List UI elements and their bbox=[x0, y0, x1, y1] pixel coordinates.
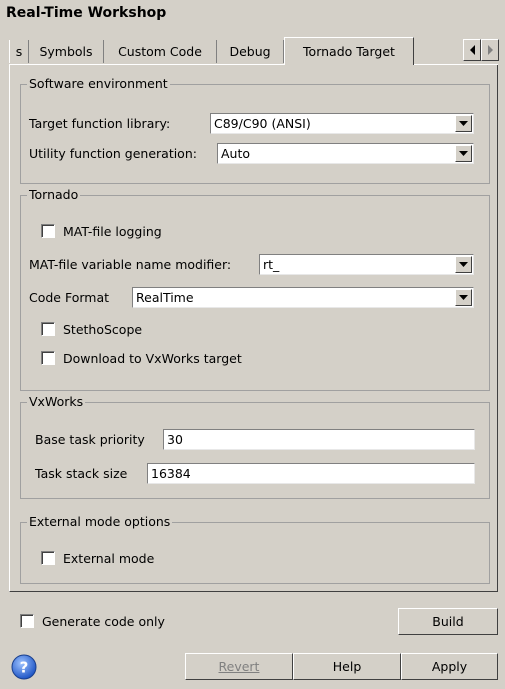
task-stack-size-input[interactable]: 16384 bbox=[147, 463, 475, 484]
dropdown-button[interactable] bbox=[455, 115, 472, 132]
tab-tornado-target[interactable]: Tornado Target bbox=[284, 37, 414, 65]
chevron-down-icon bbox=[459, 151, 468, 156]
utility-function-generation-select[interactable]: Auto bbox=[217, 143, 474, 164]
group-tornado: Tornado MAT-file logging MAT-file variab… bbox=[20, 187, 490, 391]
target-function-library-label: Target function library: bbox=[29, 116, 171, 131]
download-vxworks-checkbox[interactable] bbox=[41, 351, 55, 365]
dropdown-button[interactable] bbox=[455, 145, 472, 162]
revert-button[interactable]: Revert bbox=[185, 653, 293, 680]
dropdown-button[interactable] bbox=[455, 256, 472, 273]
arrow-left-icon bbox=[470, 45, 475, 55]
mat-file-modifier-label: MAT-file variable name modifier: bbox=[29, 257, 232, 272]
utility-function-generation-label: Utility function generation: bbox=[29, 146, 197, 161]
chevron-down-icon bbox=[459, 262, 468, 267]
mat-file-modifier-select[interactable]: rt_ bbox=[259, 254, 474, 275]
tab-partial[interactable]: s bbox=[9, 40, 29, 63]
stethoscope-label: StethoScope bbox=[63, 322, 143, 337]
base-task-priority-input[interactable]: 30 bbox=[163, 429, 475, 450]
tab-scroll-left[interactable] bbox=[463, 39, 481, 61]
group-external-mode-options: External mode options External mode bbox=[20, 514, 490, 584]
help-button[interactable]: Help bbox=[293, 653, 401, 680]
generate-code-only-label: Generate code only bbox=[42, 614, 165, 629]
group-legend: Tornado bbox=[27, 187, 81, 203]
tab-symbols[interactable]: Symbols bbox=[29, 40, 104, 63]
target-function-library-select[interactable]: C89/C90 (ANSI) bbox=[210, 113, 474, 134]
mat-file-logging-checkbox[interactable] bbox=[41, 224, 55, 238]
question-circle-icon[interactable]: ? bbox=[11, 654, 37, 680]
group-legend: Software environment bbox=[27, 76, 170, 92]
base-task-priority-label: Base task priority bbox=[35, 432, 145, 447]
window-title: Real-Time Workshop bbox=[6, 5, 167, 21]
task-stack-size-label: Task stack size bbox=[35, 466, 128, 481]
group-legend: VxWorks bbox=[27, 394, 86, 410]
tab-scroll-right[interactable] bbox=[481, 39, 499, 61]
code-format-label: Code Format bbox=[29, 290, 110, 305]
external-mode-checkbox[interactable] bbox=[41, 551, 55, 565]
apply-button[interactable]: Apply bbox=[401, 653, 498, 680]
chevron-down-icon bbox=[459, 295, 468, 300]
external-mode-label: External mode bbox=[63, 551, 155, 566]
tab-panel: Software environment Target function lib… bbox=[9, 65, 498, 592]
group-legend: External mode options bbox=[27, 514, 173, 530]
group-vxworks: VxWorks Base task priority 30 Task stack… bbox=[20, 394, 490, 499]
dropdown-button[interactable] bbox=[455, 289, 472, 306]
download-vxworks-label: Download to VxWorks target bbox=[63, 351, 242, 366]
tab-debug[interactable]: Debug bbox=[217, 40, 284, 63]
svg-text:?: ? bbox=[20, 659, 29, 677]
group-software-environment: Software environment Target function lib… bbox=[20, 76, 490, 184]
stethoscope-checkbox[interactable] bbox=[41, 322, 55, 336]
arrow-right-icon bbox=[488, 45, 493, 55]
tab-custom-code[interactable]: Custom Code bbox=[104, 40, 217, 63]
generate-code-only-checkbox[interactable] bbox=[20, 614, 34, 628]
code-format-select[interactable]: RealTime bbox=[132, 287, 474, 308]
chevron-down-icon bbox=[459, 121, 468, 126]
mat-file-logging-label: MAT-file logging bbox=[63, 224, 162, 239]
build-button[interactable]: Build bbox=[398, 608, 498, 635]
